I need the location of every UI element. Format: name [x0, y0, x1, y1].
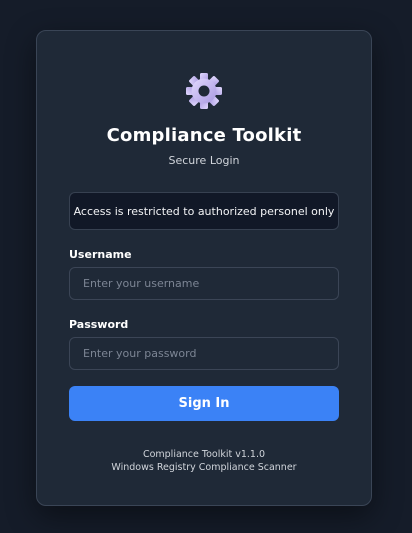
username-label: Username: [69, 248, 132, 261]
app-title: Compliance Toolkit: [106, 125, 302, 146]
app-subtitle: Secure Login: [168, 154, 240, 167]
username-input[interactable]: [69, 267, 339, 300]
password-label: Password: [69, 318, 129, 331]
login-card: Compliance Toolkit Secure Login Access i…: [36, 30, 372, 506]
password-input[interactable]: [69, 337, 339, 370]
access-notice-text: Access is restricted to authorized perso…: [73, 204, 335, 218]
footer-version: Compliance Toolkit v1.1.0: [142, 449, 266, 460]
footer-description: Windows Registry Compliance Scanner: [111, 462, 297, 473]
footer: Compliance Toolkit v1.1.0 Windows Regist…: [37, 448, 371, 474]
sign-in-button[interactable]: Sign In: [69, 386, 339, 421]
gear-icon: [184, 71, 224, 111]
access-notice: Access is restricted to authorized perso…: [69, 192, 339, 230]
